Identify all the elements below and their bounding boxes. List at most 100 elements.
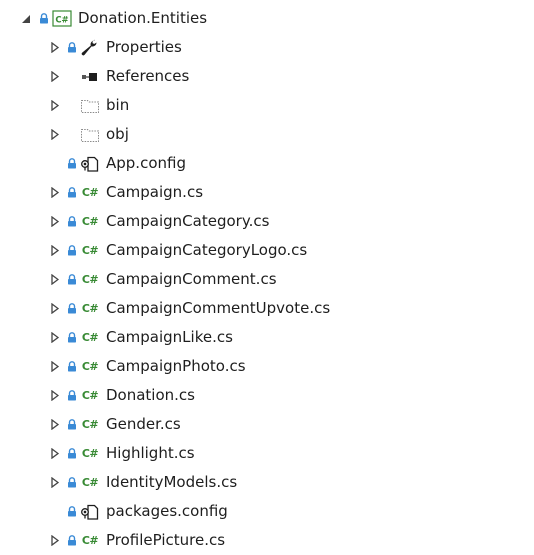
lock-icon (66, 33, 77, 62)
tree-item-label: CampaignPhoto.cs (106, 357, 246, 375)
folder-outline-icon (79, 91, 101, 120)
tree-item-label: CampaignLike.cs (106, 328, 233, 346)
lock-icon (66, 294, 77, 323)
lock-icon (66, 410, 77, 439)
tree-item-label: CampaignCategoryLogo.cs (106, 241, 308, 259)
tree-item[interactable]: packages.config (48, 497, 228, 526)
tree-item[interactable]: C# CampaignCategoryLogo.cs (48, 236, 307, 265)
lock-icon (38, 4, 49, 33)
tree-item[interactable]: C# IdentityModels.cs (48, 468, 237, 497)
tree-item[interactable]: C# CampaignComment.cs (48, 265, 277, 294)
config-file-icon (79, 149, 101, 178)
wrench-icon (79, 33, 101, 62)
caret-spacer (48, 149, 62, 178)
tree-item[interactable]: bin (48, 91, 129, 120)
csharp-file-icon: C# (79, 178, 101, 207)
lock-icon (66, 439, 77, 468)
tree-item-label: bin (106, 96, 130, 114)
csharp-badge: C# (81, 476, 99, 489)
project-badge: C# (55, 15, 68, 25)
tree-item[interactable]: C# Campaign.cs (48, 178, 203, 207)
csharp-badge: C# (81, 447, 99, 460)
lock-spacer (66, 62, 77, 91)
tree-item-label: Donation.cs (106, 386, 195, 404)
tree-item[interactable]: C# CampaignCategory.cs (48, 207, 269, 236)
tree-item-label: App.config (106, 154, 186, 172)
lock-icon (66, 178, 77, 207)
collapsed-caret-icon[interactable] (48, 323, 62, 352)
expanded-caret-icon[interactable] (20, 4, 34, 33)
tree-item[interactable]: References (48, 62, 189, 91)
tree-item-label: References (106, 67, 190, 85)
tree-item[interactable]: C# CampaignPhoto.cs (48, 352, 246, 381)
solution-explorer-tree: C# Donation.Entities Properties Reference… (0, 0, 534, 551)
tree-item-label: Gender.cs (106, 415, 181, 433)
tree-item-label: IdentityModels.cs (106, 473, 238, 491)
csharp-file-icon: C# (79, 381, 101, 410)
lock-icon (66, 265, 77, 294)
collapsed-caret-icon[interactable] (48, 265, 62, 294)
csharp-badge: C# (81, 418, 99, 431)
csharp-badge: C# (81, 534, 99, 547)
collapsed-caret-icon[interactable] (48, 352, 62, 381)
collapsed-caret-icon[interactable] (48, 120, 62, 149)
tree-item-label: CampaignCommentUpvote.cs (106, 299, 331, 317)
lock-icon (66, 381, 77, 410)
csharp-file-icon: C# (79, 236, 101, 265)
csharp-badge: C# (81, 186, 99, 199)
lock-icon (66, 352, 77, 381)
tree-item[interactable]: C# Gender.cs (48, 410, 181, 439)
lock-spacer (66, 91, 77, 120)
csharp-badge: C# (81, 389, 99, 402)
collapsed-caret-icon[interactable] (48, 381, 62, 410)
tree-item-label: CampaignCategory.cs (106, 212, 270, 230)
project-label: Donation.Entities (78, 9, 208, 27)
csharp-badge: C# (81, 360, 99, 373)
tree-item[interactable]: obj (48, 120, 129, 149)
csharp-file-icon: C# (79, 410, 101, 439)
csharp-file-icon: C# (79, 439, 101, 468)
lock-icon (66, 149, 77, 178)
csharp-file-icon: C# (79, 352, 101, 381)
csharp-file-icon: C# (79, 265, 101, 294)
tree-item[interactable]: App.config (48, 149, 186, 178)
tree-item-label: CampaignComment.cs (106, 270, 277, 288)
collapsed-caret-icon[interactable] (48, 207, 62, 236)
lock-spacer (66, 120, 77, 149)
tree-item[interactable]: C# Donation.cs (48, 381, 195, 410)
csharp-badge: C# (81, 302, 99, 315)
collapsed-caret-icon[interactable] (48, 439, 62, 468)
csharp-project-icon: C# (51, 4, 73, 33)
tree-item-project[interactable]: C# Donation.Entities (20, 4, 207, 33)
tree-item-label: Highlight.cs (106, 444, 195, 462)
csharp-badge: C# (81, 331, 99, 344)
lock-icon (66, 323, 77, 352)
tree-item[interactable]: Properties (48, 33, 182, 62)
csharp-file-icon: C# (79, 468, 101, 497)
caret-spacer (48, 497, 62, 526)
tree-item-label: Properties (106, 38, 182, 56)
references-icon (79, 62, 101, 91)
tree-item[interactable]: C# Highlight.cs (48, 439, 195, 468)
csharp-badge: C# (81, 215, 99, 228)
tree-item[interactable]: C# CampaignLike.cs (48, 323, 233, 352)
csharp-badge: C# (81, 244, 99, 257)
collapsed-caret-icon[interactable] (48, 62, 62, 91)
collapsed-caret-icon[interactable] (48, 178, 62, 207)
lock-icon (66, 236, 77, 265)
collapsed-caret-icon[interactable] (48, 33, 62, 62)
tree-item-label: obj (106, 125, 129, 143)
collapsed-caret-icon[interactable] (48, 91, 62, 120)
tree-item-label: Campaign.cs (106, 183, 204, 201)
lock-icon (66, 468, 77, 497)
tree-item[interactable]: C# CampaignCommentUpvote.cs (48, 294, 330, 323)
collapsed-caret-icon[interactable] (48, 410, 62, 439)
tree-item-label: packages.config (106, 502, 228, 520)
csharp-badge: C# (81, 273, 99, 286)
config-file-icon (79, 497, 101, 526)
lock-icon (66, 207, 77, 236)
folder-outline-icon (79, 120, 101, 149)
collapsed-caret-icon[interactable] (48, 294, 62, 323)
collapsed-caret-icon[interactable] (48, 468, 62, 497)
collapsed-caret-icon[interactable] (48, 236, 62, 265)
